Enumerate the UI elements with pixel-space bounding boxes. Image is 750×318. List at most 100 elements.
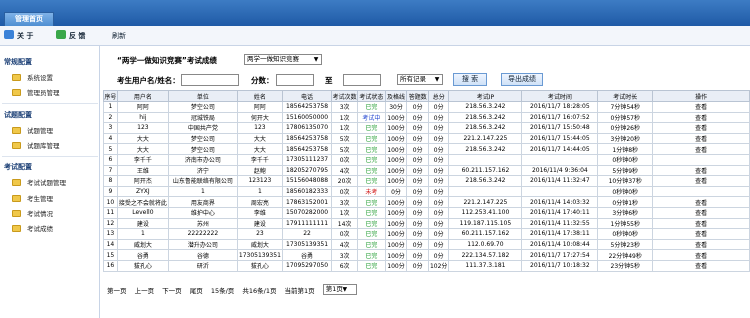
table-cell: 0分 [406,175,429,187]
table-cell: 0分 [427,238,450,251]
table-cell: 已完 [357,196,386,208]
exam-select[interactable]: 两学一做知识竞赛 ▼ [244,54,322,65]
table-cell: 0分 [406,238,429,251]
export-button[interactable]: 导出成绩 [501,73,543,86]
table-cell: 100分 [384,164,408,177]
table-cell: 18205270795 [281,164,333,177]
tab-admin-home[interactable]: 管理首页 [4,12,54,26]
table-header: 序号 用户名 单位 姓名 电话 考试次数 考试状态 及格线 答题数 总分 考试IP 考试时间 考试时长操… [103,90,750,102]
table-cell: 100分 [384,217,408,230]
page-select[interactable]: 第1页 ▼ [322,284,357,295]
last-page-link[interactable]: 尾页 [190,287,203,295]
table-cell: 0分 [427,111,450,124]
table-cell: 12 [103,217,118,230]
table-cell: 已完 [357,228,386,240]
folder-icon [12,142,21,149]
table-cell: 17095297050 [281,259,333,272]
chevron-down-icon: ▼ [342,286,348,293]
table-cell: 0分 [406,206,429,219]
sidebar-item-system-settings[interactable]: 系统设置 [12,72,53,82]
next-page-link[interactable]: 下一页 [162,287,182,295]
table-row: 13 1 22222222 23 22 0次 已完 100分 0分 0分 60.211.157.16… [103,228,750,240]
sidebar-item-question-manage[interactable]: 试题管理 [12,125,53,135]
score-max-input[interactable] [343,74,381,86]
view-action-link[interactable]: 查看 [652,249,750,261]
search-button[interactable]: 搜 索 [453,73,487,86]
table-cell: 6 [103,153,118,166]
table-cell: 0分 [406,249,429,261]
sidebar-group-general[interactable]: 常规配置 [4,57,32,67]
folder-icon [12,127,21,134]
table-cell: 3分钟20秒 [597,132,654,145]
table-cell: 已完 [357,249,386,261]
table-cell: 1 [236,185,283,198]
table-row: 10 接受之不会就将此 用友商界 周宏亮 17863152001 3次 已完 100分 0分 0分… [103,196,750,208]
table-cell [448,153,523,166]
table-cell: 2016/11/4 17:40:11 [521,206,599,219]
sidebar-item-exam-questions[interactable]: 考试试题管理 [12,177,66,187]
divider [2,103,98,104]
prev-page-link[interactable]: 上一页 [135,287,155,295]
table-row: 1 阿阿 梦空公司 阿阿 18564253758 3次 已完 30分 0分 0分 218.56.3.… [103,101,750,113]
record-select[interactable]: 所有记录 ▼ [397,74,443,85]
table-cell: 阿阿 [236,101,283,113]
table-cell: 9 [103,185,118,198]
view-action-link[interactable]: 查看 [652,217,750,230]
table-row: 2 hij 冠城铁局 何开大 15160050000 1次 考试中 100分 0分 0分 218.5… [103,111,750,124]
table-cell: 23分钟5秒 [597,259,654,272]
feedback-button[interactable]: 反 馈 [56,29,85,43]
table-cell: 阿阿 [116,101,169,113]
user-input[interactable] [181,74,239,86]
view-action-link[interactable]: 查看 [652,132,750,145]
table-cell: 大大 [116,143,169,155]
sidebar-item-admins[interactable]: 管理员管理 [12,87,60,97]
table-cell: 2016/11/4 9:36:04 [521,164,599,177]
table-cell: 7 [103,164,118,177]
view-action-link[interactable]: 查看 [652,259,750,272]
table-cell: 赵鲍 [236,164,283,177]
table-cell: 6次 [331,259,359,272]
sidebar-item-question-bank[interactable]: 试题库管理 [12,140,60,150]
column-header: 考试状态 [357,90,386,102]
table-cell: 100分 [384,228,408,240]
view-action-link[interactable]: 查看 [652,238,750,251]
table-cell: 大大 [236,132,283,145]
table-cell: 0分 [406,217,429,230]
total-text: 共16条/1页 [242,287,277,295]
table-cell: 17305139351 [236,249,283,261]
table-cell: 11 [103,206,118,219]
view-action-link[interactable]: 查看 [652,143,750,155]
sidebar-item-examinees[interactable]: 考生管理 [12,193,53,203]
table-cell: 100分 [384,143,408,155]
score-min-input[interactable] [276,74,314,86]
table-row: 14 威划大 潜升办公司 威划大 17305139351 4次 已完 100分 0分 0分 112.… [103,238,750,251]
view-action-link[interactable]: 查看 [652,206,750,219]
view-action-link[interactable]: 查看 [652,101,750,113]
chevron-down-icon: ▼ [434,76,440,83]
view-action-link[interactable]: 查看 [652,111,750,124]
table-cell: 111.37.3.181 [448,259,523,272]
about-button[interactable]: 关 于 [4,29,33,43]
sidebar-item-exam-status[interactable]: 考试情况 [12,208,53,218]
table-row: 5 大大 梦空公司 大大 18564253758 5次 已完 100分 0分 0分 218.56.3… [103,143,750,155]
table-cell: ZYXJ [116,185,169,198]
view-action-link[interactable]: 查看 [652,122,750,134]
sidebar-item-exam-scores[interactable]: 考试成绩 [12,223,53,233]
table-cell: 1次 [331,122,359,134]
view-action-link[interactable]: 查看 [652,228,750,240]
view-action-link[interactable]: 查看 [652,175,750,187]
first-page-link[interactable]: 第一页 [107,287,127,295]
sidebar-group-exams[interactable]: 考试配置 [4,162,32,172]
refresh-button[interactable]: 刷新 [112,29,126,43]
table-cell: 谷勇 [116,249,169,261]
table-cell: 0次 [331,185,359,198]
table-cell: 李千千 [236,153,283,166]
folder-icon [12,89,21,96]
table-cell: 0分 [406,185,429,198]
table-cell: 1 [167,185,238,198]
view-action-link[interactable]: 查看 [652,196,750,208]
table-row: 11 Levell0 维护中心 李维 15070282000 1次 已完 100分 0分 0分 11… [103,206,750,219]
sidebar-group-questions[interactable]: 试题配置 [4,110,32,120]
view-action-link[interactable]: 查看 [652,164,750,177]
table-cell: 5次 [331,132,359,145]
